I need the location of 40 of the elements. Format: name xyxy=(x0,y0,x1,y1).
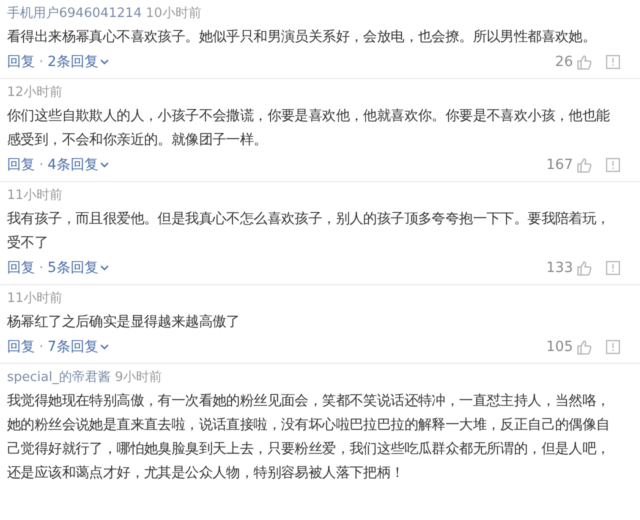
replies-link[interactable]: 7条回复 xyxy=(47,336,98,358)
comment-text: 我有孩子，而且很爱他。但是我真心不怎么喜欢孩子，别人的孩子顶多夸夸抱一下下。要我陪着玩，受不了 xyxy=(7,210,611,253)
thumbs-up-icon[interactable] xyxy=(576,339,592,355)
report-icon[interactable] xyxy=(606,340,620,354)
timestamp: 11小时前 xyxy=(7,187,63,206)
thumbs-up-icon[interactable] xyxy=(576,260,592,276)
report-icon[interactable] xyxy=(606,158,620,172)
chevron-down-icon[interactable] xyxy=(100,162,110,168)
replies-link[interactable]: 4条回复 xyxy=(47,154,98,176)
thumbs-up-icon[interactable] xyxy=(576,157,592,173)
comment-text: 我觉得她现在特别高傲，有一次看她的粉丝见面会，笑都不笑说话还特冲，一直怼主持人，当然咯，她的粉丝会说她是直来直去啦，说话直接啦，没有坏心啦巴拉巴拉的解释一大堆，反正自己的偶像自己觉得好就行了，哪怕她臭脸臭到天上去，只要粉丝爱，我们这些吃瓜群众都无所谓的，但是人吧，还是应该和蔼点才好，尤其是公众人物，特别容易被人落下把柄！ xyxy=(7,392,611,483)
chevron-down-icon[interactable] xyxy=(100,59,110,65)
reply-link[interactable]: 回复 xyxy=(7,258,35,278)
chevron-down-icon[interactable] xyxy=(100,344,110,350)
username[interactable]: 手机用户6946041214 xyxy=(7,4,142,24)
separator-dot: · xyxy=(39,156,44,174)
like-count: 133 xyxy=(546,258,573,278)
like-count: 26 xyxy=(555,52,573,72)
separator-dot: · xyxy=(39,338,44,356)
chevron-down-icon[interactable] xyxy=(100,265,110,271)
timestamp: 11小时前 xyxy=(7,290,63,308)
thumbs-up-icon[interactable] xyxy=(576,54,592,70)
comment-text: 看得出来杨幂真心不喜欢孩子。她似乎只和男演员关系好，会放电，也会撩。所以男性都喜欢她。 xyxy=(7,28,598,47)
reply-link[interactable]: 回复 xyxy=(7,154,35,176)
separator-dot: · xyxy=(39,52,44,72)
separator-dot: · xyxy=(39,258,44,278)
like-count: 105 xyxy=(546,338,573,356)
username[interactable]: special_的帝君酱 xyxy=(7,368,111,388)
reply-link[interactable]: 回复 xyxy=(7,52,35,72)
report-icon[interactable] xyxy=(606,261,620,275)
replies-link[interactable]: 5条回复 xyxy=(47,258,98,278)
replies-link[interactable]: 2条回复 xyxy=(47,52,98,72)
comment-text: 你们这些自欺欺人的人，小孩子不会撒谎，你要是喜欢他，他就喜欢你。你要是不喜欢小孩，他也能感受到，不会和你亲近的。就像团子一样。 xyxy=(7,107,611,150)
timestamp: 10小时前 xyxy=(146,5,202,24)
timestamp: 9小时前 xyxy=(114,369,162,388)
like-count: 167 xyxy=(546,156,573,174)
timestamp: 12小时前 xyxy=(7,84,63,102)
comment-text: 杨幂红了之后确实是显得越来越高傲了 xyxy=(7,313,241,332)
reply-link[interactable]: 回复 xyxy=(7,336,35,358)
report-icon[interactable] xyxy=(606,55,620,69)
